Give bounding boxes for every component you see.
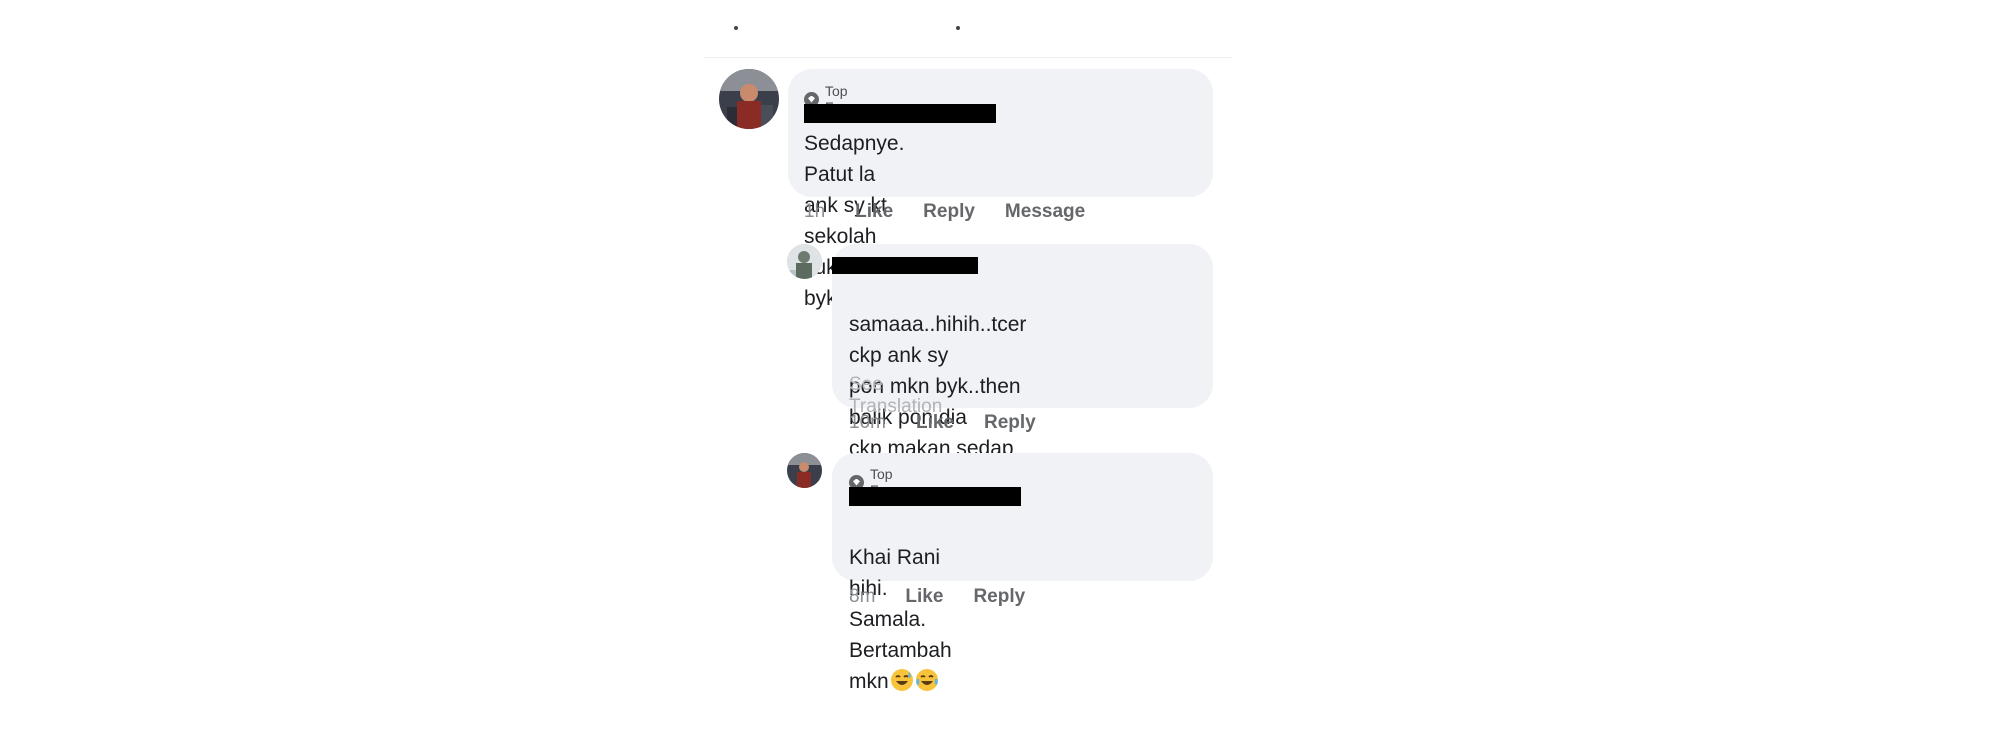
reply-button[interactable]: Reply	[984, 412, 1036, 434]
tears-of-joy-emoji	[915, 668, 939, 692]
top-dots	[704, 26, 1004, 36]
comment-actions: 10m Like Reply	[849, 412, 1066, 434]
reply-button[interactable]: Reply	[973, 586, 1025, 608]
top-divider	[704, 57, 1232, 58]
avatar[interactable]	[719, 69, 779, 129]
avatar[interactable]	[787, 244, 822, 279]
message-button[interactable]: Message	[1005, 201, 1085, 223]
redacted-author-name	[849, 487, 1021, 506]
grinning-sweat-emoji	[890, 668, 914, 692]
comment-actions: 1h Like Reply Message	[804, 201, 1115, 223]
redacted-author-name	[804, 104, 996, 123]
comment-time: 10m	[849, 412, 886, 433]
comment-time: 1h	[804, 201, 826, 222]
redacted-author-name	[832, 257, 978, 274]
comment-time: 8m	[849, 586, 876, 607]
like-button[interactable]: Like	[916, 412, 954, 434]
avatar[interactable]	[787, 453, 822, 488]
comment-actions: 8m Like Reply	[849, 586, 1055, 608]
like-button[interactable]: Like	[905, 586, 943, 608]
like-button[interactable]: Like	[855, 201, 893, 223]
reply-button[interactable]: Reply	[923, 201, 975, 223]
